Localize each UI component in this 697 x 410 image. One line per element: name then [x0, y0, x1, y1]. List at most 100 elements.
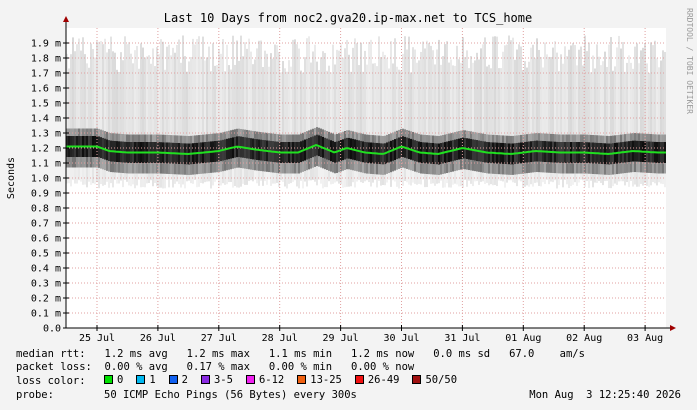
smoke-band	[298, 162, 300, 174]
smoke-band	[212, 162, 214, 173]
smoke-lower	[212, 172, 214, 186]
smoke-band	[486, 162, 488, 174]
smoke-lower	[642, 172, 644, 186]
smoke-band	[346, 130, 348, 138]
smoke-lower	[248, 169, 250, 182]
smoke-band	[464, 130, 466, 138]
smoke-lower	[568, 173, 570, 188]
smoke-lower	[450, 172, 452, 188]
smoke-lower	[280, 173, 282, 181]
smoke-lower	[390, 172, 392, 187]
smoke-band	[570, 134, 572, 142]
smoke-lower	[536, 172, 538, 183]
smoke-lower	[586, 173, 588, 182]
loss-legend-label: 6-12	[258, 373, 285, 386]
smoke-band	[444, 134, 446, 143]
smoke-lower	[480, 172, 482, 182]
smoke-upper	[468, 68, 470, 132]
smoke-upper	[358, 65, 360, 133]
smoke-upper	[172, 47, 174, 136]
smoke-band	[402, 128, 404, 137]
smoke-band	[290, 163, 292, 174]
smoke-lower	[262, 171, 264, 186]
loss-color-swatch	[104, 375, 113, 385]
smoke-upper	[248, 38, 250, 131]
smoke-upper	[234, 64, 236, 130]
smoke-lower	[352, 170, 354, 183]
smoke-band	[206, 134, 208, 142]
smoke-band	[646, 162, 648, 173]
smoke-upper	[498, 68, 500, 136]
smoke-lower	[172, 174, 174, 188]
smoke-upper	[374, 63, 376, 136]
smoke-band	[500, 163, 502, 175]
smoke-lower	[476, 171, 478, 182]
smoke-lower	[620, 173, 622, 182]
smoke-band	[502, 163, 504, 175]
smoke-upper	[578, 49, 580, 135]
smoke-band	[578, 134, 580, 142]
smoke-band	[500, 135, 502, 143]
smoke-band	[222, 160, 224, 172]
smoke-band	[372, 163, 374, 175]
loss-legend-item: 26-49	[354, 374, 399, 386]
smoke-upper	[282, 60, 284, 135]
smoke-lower	[374, 174, 376, 180]
smoke-band	[268, 133, 270, 141]
smoke-band	[262, 160, 264, 172]
smoke-band	[336, 133, 338, 142]
smoke-upper	[454, 65, 456, 133]
smoke-band	[526, 162, 528, 174]
smoke-band	[244, 129, 246, 138]
smoke-band	[430, 135, 432, 143]
smoke-band	[312, 128, 314, 137]
smoke-band	[368, 134, 370, 143]
smoke-band	[382, 164, 384, 175]
smoke-upper	[656, 58, 658, 135]
smoke-lower	[326, 170, 328, 188]
smoke-upper	[614, 66, 616, 136]
smoke-band	[652, 162, 654, 174]
smoke-band	[136, 163, 138, 174]
smoke-band	[514, 135, 516, 144]
smoke-lower	[466, 169, 468, 187]
smoke-upper	[388, 68, 390, 135]
smoke-upper	[414, 49, 416, 133]
smoke-band	[128, 163, 130, 174]
smoke-band	[614, 135, 616, 143]
smoke-upper	[462, 37, 464, 131]
smoke-band	[192, 135, 194, 144]
smoke-upper	[472, 62, 474, 132]
smoke-band	[182, 135, 184, 144]
smoke-upper	[664, 51, 666, 135]
loss-legend-label: 2	[181, 373, 188, 386]
smoke-upper	[604, 51, 606, 136]
smoke-lower	[550, 172, 552, 182]
smoke-upper	[450, 59, 452, 134]
smoke-band	[294, 134, 296, 142]
smoke-band	[624, 134, 626, 142]
smoke-lower	[616, 174, 618, 185]
smoke-band	[252, 130, 254, 139]
smoke-band	[352, 159, 354, 171]
smoke-band	[502, 135, 504, 143]
smoke-upper	[290, 66, 292, 135]
smoke-band	[260, 160, 262, 172]
smoke-band	[160, 163, 162, 174]
smoke-band	[418, 133, 420, 142]
smoke-lower	[538, 172, 540, 186]
smoke-upper	[562, 63, 564, 135]
smoke-upper	[384, 54, 386, 136]
smoke-band	[620, 134, 622, 143]
smoke-band	[592, 163, 594, 174]
smoke-upper	[524, 61, 526, 135]
smoke-band	[198, 135, 200, 143]
smoke-band	[130, 163, 132, 174]
smoke-band	[568, 163, 570, 174]
smoke-band	[364, 162, 366, 174]
smoke-band	[650, 134, 652, 142]
smoke-lower	[356, 171, 358, 182]
smoke-band	[580, 134, 582, 142]
smoke-band	[186, 164, 188, 175]
smoke-band	[214, 133, 216, 141]
